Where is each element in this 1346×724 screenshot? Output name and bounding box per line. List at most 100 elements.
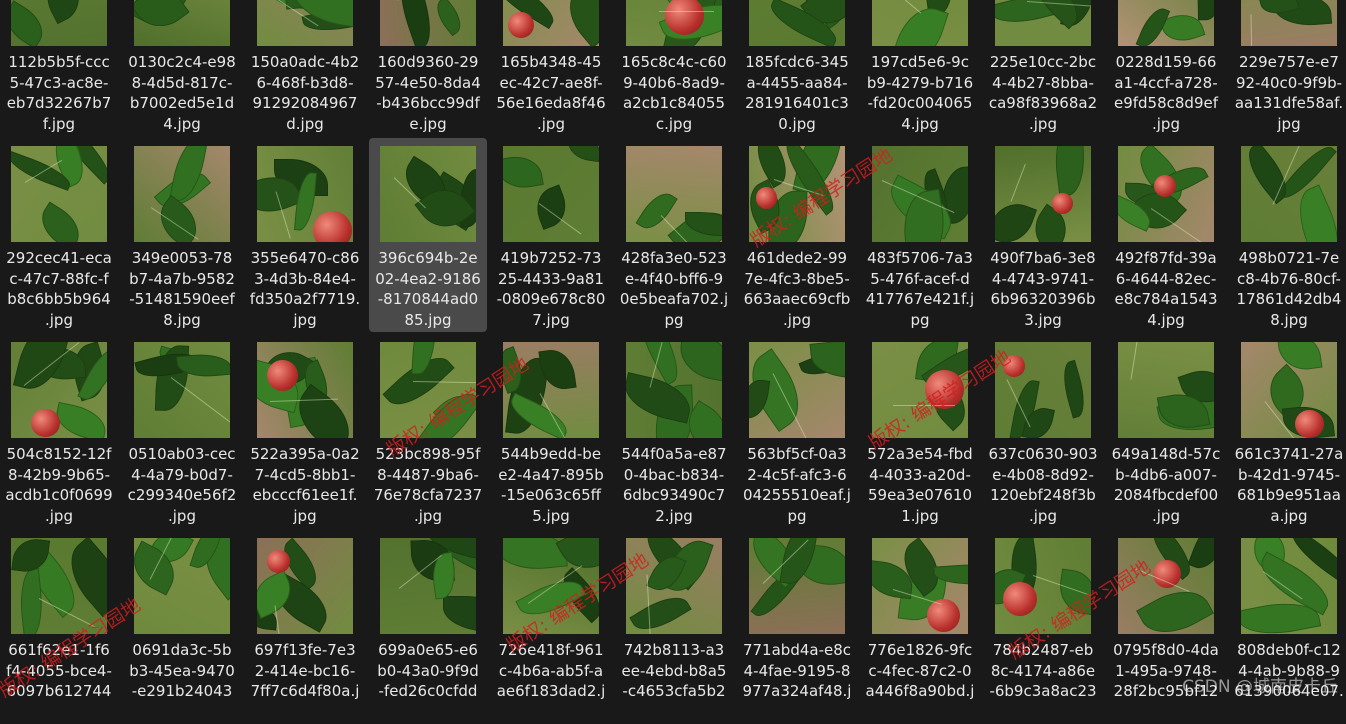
- file-item[interactable]: 112b5b5f-ccc 5-47c3-ac8e- eb7d32267b7 f.…: [0, 0, 118, 136]
- file-name: 461dede2-99 7e-4fc3-8be5- 663aaec69cfb .…: [743, 249, 851, 329]
- image-thumbnail: [1241, 0, 1337, 46]
- file-name: 185fcdc6-345 a-4455-aa84- 281916401c3 0.…: [745, 53, 849, 133]
- file-item[interactable]: 637c0630-903 e-4b08-8d92- 120ebf248f3b .…: [984, 334, 1102, 528]
- file-name: 776e1826-9fc c-4fec-87c2-0 a446f8a90bd.j: [865, 641, 975, 700]
- file-name: 0130c2c4-e98 8-4d5d-817c- b7002ed5e1d 4.…: [128, 53, 236, 133]
- file-item[interactable]: 0691da3c-5b b3-45ea-9470 -e291b24043: [123, 530, 241, 724]
- file-item[interactable]: 428fa3e0-523 e-4f40-bff6-9 0e5beafa702.j…: [615, 138, 733, 332]
- file-name: 428fa3e0-523 e-4f40-bff6-9 0e5beafa702.j…: [619, 249, 729, 329]
- file-item[interactable]: 649a148d-57c b-4db6-a007- 2084fbcdef00 .…: [1107, 334, 1225, 528]
- file-item[interactable]: 461dede2-99 7e-4fc3-8be5- 663aaec69cfb .…: [738, 138, 856, 332]
- file-name: 498b0721-7e c8-4b76-80cf- 17861d42db4 8.…: [1236, 249, 1342, 329]
- file-item[interactable]: 483f5706-7a3 5-476f-acef-d 417767e421f.j…: [861, 138, 979, 332]
- file-item[interactable]: 292cec41-eca c-47c7-88fc-f b8c6bb5b964 .…: [0, 138, 118, 332]
- file-name: 661f62e1-1f6 f4-4055-bce4- 6097b612744: [6, 641, 112, 700]
- image-thumbnail: [1118, 538, 1214, 634]
- image-thumbnail: [503, 538, 599, 634]
- file-item[interactable]: 771abd4a-e8c 4-4fae-9195-8 977a324af48.j: [738, 530, 856, 724]
- image-thumbnail: [134, 538, 230, 634]
- image-thumbnail: [380, 538, 476, 634]
- file-item[interactable]: 563bf5cf-0a3 2-4c5f-afc3-6 04255510eaf.j…: [738, 334, 856, 528]
- file-name: 544b9edd-be e2-4a47-895b -15e063c65ff 5.…: [498, 445, 604, 525]
- file-name: 784b2487-eb 8c-4174-a86e -6b9c3a8ac23: [989, 641, 1097, 700]
- file-name: 0228d159-66 a1-4ccf-a728- e9fd58c8d9ef .…: [1113, 53, 1219, 133]
- file-item[interactable]: 742b8113-a3 ee-4ebd-b8a5 -c4653cfa5b2: [615, 530, 733, 724]
- file-item[interactable]: 572a3e54-fbd 4-4033-a20d- 59ea3e07610 1.…: [861, 334, 979, 528]
- image-thumbnail: [995, 538, 1091, 634]
- file-name: 0691da3c-5b b3-45ea-9470 -e291b24043: [129, 641, 235, 700]
- image-thumbnail: [995, 0, 1091, 46]
- file-name: 112b5b5f-ccc 5-47c3-ac8e- eb7d32267b7 f.…: [6, 53, 112, 133]
- file-item[interactable]: 0510ab03-cec 4-4a79-b0d7- c299340e56f2 .…: [123, 334, 241, 528]
- file-item[interactable]: 490f7ba6-3e8 4-4743-9741- 6b96320396b 3.…: [984, 138, 1102, 332]
- image-thumbnail: [1241, 538, 1337, 634]
- image-thumbnail: [134, 342, 230, 438]
- image-thumbnail: [11, 0, 107, 46]
- file-name: 490f7ba6-3e8 4-4743-9741- 6b96320396b 3.…: [990, 249, 1096, 329]
- file-item[interactable]: 661f62e1-1f6 f4-4055-bce4- 6097b612744: [0, 530, 118, 724]
- file-item[interactable]: 355e6470-c86 3-4d3b-84e4- fd350a2f7719. …: [246, 138, 364, 332]
- image-thumbnail: [134, 0, 230, 46]
- file-item[interactable]: 498b0721-7e c8-4b76-80cf- 17861d42db4 8.…: [1230, 138, 1346, 332]
- file-item[interactable]: 544f0a5a-e87 0-4bac-b834- 6dbc93490c7 2.…: [615, 334, 733, 528]
- file-item[interactable]: 776e1826-9fc c-4fec-87c2-0 a446f8a90bd.j: [861, 530, 979, 724]
- image-thumbnail: [626, 342, 722, 438]
- file-name: 197cd5e6-9c b9-4279-b716 -fd20c004065 4.…: [866, 53, 974, 133]
- file-item[interactable]: 0795f8d0-4da 1-495a-9748- 28f2bc95bf12: [1107, 530, 1225, 724]
- file-name: 396c694b-2e 02-4ea2-9186 -8170844ad0 85.…: [375, 249, 481, 329]
- file-grid: 112b5b5f-ccc 5-47c3-ac8e- eb7d32267b7 f.…: [0, 0, 1346, 701]
- file-name: 165c8c4c-c60 9-40b6-8ad9- a2cb1c84055 c.…: [621, 53, 727, 133]
- file-item[interactable]: 523bc898-95f 8-4487-9ba6- 76e78cfa7237 .…: [369, 334, 487, 528]
- file-item[interactable]: 419b7252-73 25-4433-9a81 -0809e678c80 7.…: [492, 138, 610, 332]
- image-thumbnail: [11, 342, 107, 438]
- image-thumbnail: [134, 146, 230, 242]
- file-item[interactable]: 160d9360-29 57-4e50-8da4 -b436bcc99df e.…: [369, 0, 487, 136]
- image-thumbnail: [626, 0, 722, 46]
- file-item[interactable]: 396c694b-2e 02-4ea2-9186 -8170844ad0 85.…: [369, 138, 487, 332]
- file-name: 160d9360-29 57-4e50-8da4 -b436bcc99df e.…: [375, 53, 481, 133]
- file-name: 637c0630-903 e-4b08-8d92- 120ebf248f3b .…: [988, 445, 1098, 525]
- file-item[interactable]: 808deb0f-c12 4-4ab-9b88-9 61390064e07.: [1230, 530, 1346, 724]
- file-item[interactable]: 185fcdc6-345 a-4455-aa84- 281916401c3 0.…: [738, 0, 856, 136]
- file-item[interactable]: 784b2487-eb 8c-4174-a86e -6b9c3a8ac23: [984, 530, 1102, 724]
- file-name: 0795f8d0-4da 1-495a-9748- 28f2bc95bf12: [1113, 641, 1219, 700]
- image-thumbnail: [257, 0, 353, 46]
- file-item[interactable]: 699a0e65-e6 b0-43a0-9f9d -fed26c0cfdd: [369, 530, 487, 724]
- file-name: 150a0adc-4b2 6-468f-b3d8- 91292084967 d.…: [250, 53, 360, 133]
- image-thumbnail: [380, 342, 476, 438]
- file-item[interactable]: 0228d159-66 a1-4ccf-a728- e9fd58c8d9ef .…: [1107, 0, 1225, 136]
- image-thumbnail: [1241, 342, 1337, 438]
- file-name: 483f5706-7a3 5-476f-acef-d 417767e421f.j…: [865, 249, 975, 329]
- file-item[interactable]: 697f13fe-7e3 2-414e-bc16- 7ff7c6d4f80a.j: [246, 530, 364, 724]
- file-name: 349e0053-78 b7-4a7b-9582 -51481590eef 8.…: [129, 249, 235, 329]
- file-item[interactable]: 225e10cc-2bc 4-4b27-8bba- ca98f83968a2 .…: [984, 0, 1102, 136]
- image-thumbnail: [1118, 146, 1214, 242]
- file-item[interactable]: 165c8c4c-c60 9-40b6-8ad9- a2cb1c84055 c.…: [615, 0, 733, 136]
- file-item[interactable]: 0130c2c4-e98 8-4d5d-817c- b7002ed5e1d 4.…: [123, 0, 241, 136]
- image-thumbnail: [503, 146, 599, 242]
- file-item[interactable]: 349e0053-78 b7-4a7b-9582 -51481590eef 8.…: [123, 138, 241, 332]
- file-item[interactable]: 726e418f-961 c-4b6a-ab5f-a ae6f183dad2.j: [492, 530, 610, 724]
- file-name: 225e10cc-2bc 4-4b27-8bba- ca98f83968a2 .…: [988, 53, 1098, 133]
- image-thumbnail: [380, 146, 476, 242]
- file-name: 523bc898-95f 8-4487-9ba6- 76e78cfa7237 .…: [373, 445, 483, 525]
- image-thumbnail: [11, 538, 107, 634]
- image-thumbnail: [995, 146, 1091, 242]
- file-name: 355e6470-c86 3-4d3b-84e4- fd350a2f7719. …: [249, 249, 361, 329]
- image-thumbnail: [380, 0, 476, 46]
- file-item[interactable]: 504c8152-12f 8-42b9-9b65- acdb1c0f0699 .…: [0, 334, 118, 528]
- file-name: 522a395a-0a2 7-4cd5-8bb1- ebcccf61ee1f. …: [250, 445, 360, 525]
- file-item[interactable]: 197cd5e6-9c b9-4279-b716 -fd20c004065 4.…: [861, 0, 979, 136]
- file-name: 292cec41-eca c-47c7-88fc-f b8c6bb5b964 .…: [6, 249, 112, 329]
- file-item[interactable]: 661c3741-27a b-42d1-9745- 681b9e951aa a.…: [1230, 334, 1346, 528]
- file-name: 661c3741-27a b-42d1-9745- 681b9e951aa a.…: [1234, 445, 1344, 525]
- file-item[interactable]: 544b9edd-be e2-4a47-895b -15e063c65ff 5.…: [492, 334, 610, 528]
- file-name: 419b7252-73 25-4433-9a81 -0809e678c80 7.…: [496, 249, 606, 329]
- file-item[interactable]: 492f87fd-39a 6-4644-82ec- e8c784a1543 4.…: [1107, 138, 1225, 332]
- file-item[interactable]: 150a0adc-4b2 6-468f-b3d8- 91292084967 d.…: [246, 0, 364, 136]
- file-item[interactable]: 165b4348-45 ec-42c7-ae8f- 56e16eda8f46 .…: [492, 0, 610, 136]
- file-item[interactable]: 522a395a-0a2 7-4cd5-8bb1- ebcccf61ee1f. …: [246, 334, 364, 528]
- image-thumbnail: [11, 146, 107, 242]
- file-name: 771abd4a-e8c 4-4fae-9195-8 977a324af48.j: [742, 641, 852, 700]
- file-item[interactable]: 229e757e-e7 92-40c0-9f9b- aa131dfe58af. …: [1230, 0, 1346, 136]
